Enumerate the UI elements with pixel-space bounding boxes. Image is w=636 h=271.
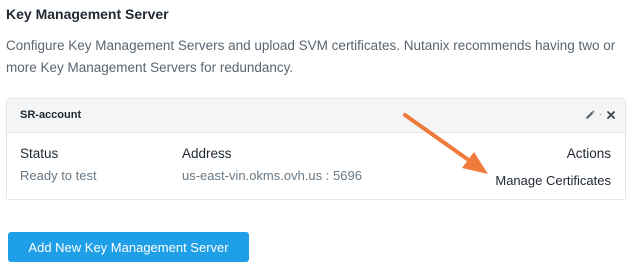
- page: Key Management Server Configure Key Mana…: [0, 0, 636, 271]
- status-value: Ready to test: [20, 168, 97, 183]
- close-icon[interactable]: [605, 109, 617, 121]
- section-description: Configure Key Management Servers and upl…: [6, 38, 616, 75]
- manage-certificates-link[interactable]: Manage Certificates: [495, 173, 611, 188]
- section-title: Key Management Server: [6, 6, 169, 22]
- separator-dot: ·: [598, 109, 602, 120]
- card-actions: ·: [584, 109, 617, 121]
- add-kms-button[interactable]: Add New Key Management Server: [8, 232, 249, 262]
- pencil-icon[interactable]: [584, 109, 596, 121]
- status-column-label: Status: [20, 146, 59, 161]
- actions-column-label: Actions: [566, 146, 611, 161]
- address-value: us-east-vin.okms.ovh.us : 5696: [182, 168, 362, 183]
- address-column-label: Address: [182, 146, 232, 161]
- card-header: SR-account ·: [7, 99, 625, 133]
- kms-name: SR-account: [20, 109, 82, 121]
- kms-card: SR-account · Status Address Actions Read…: [6, 98, 626, 200]
